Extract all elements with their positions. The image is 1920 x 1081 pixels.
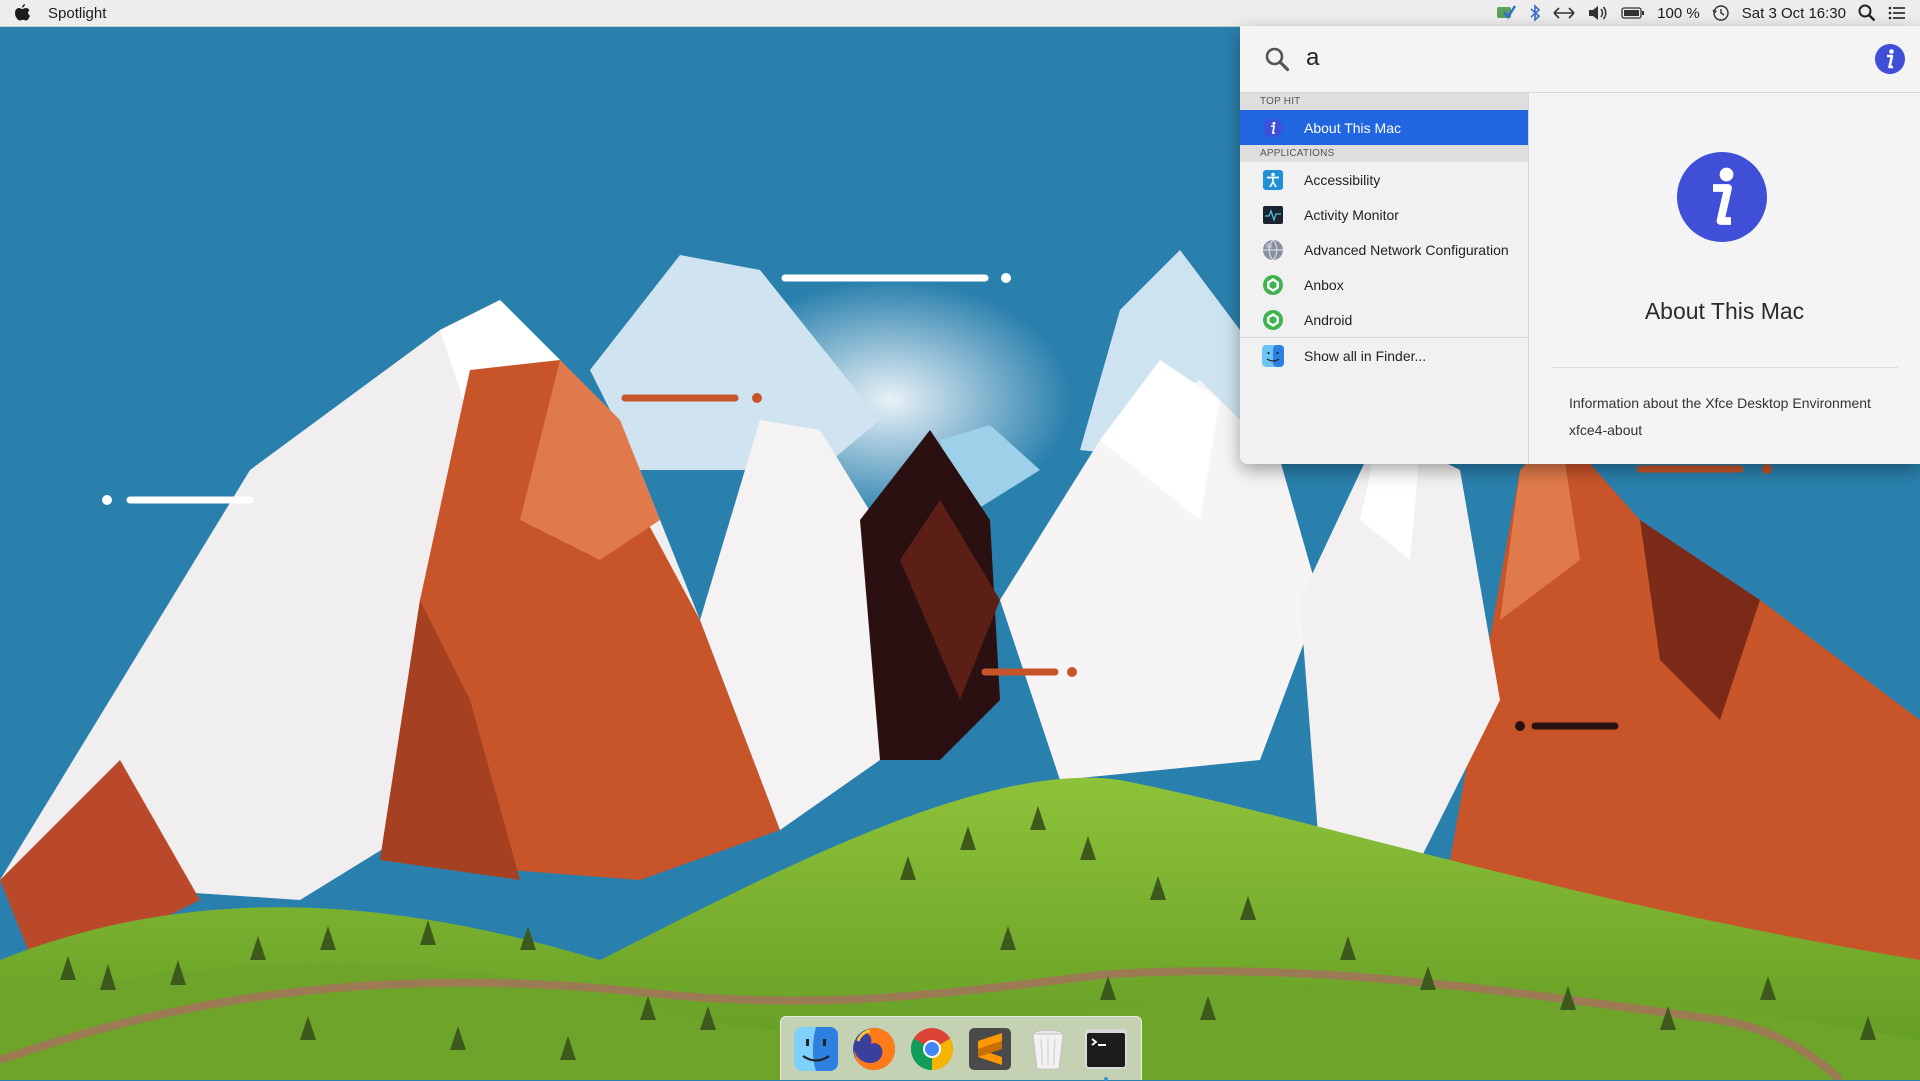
spotlight-results-list: TOP HIT About This Mac APPLICATIONS Acce… [1240,93,1529,464]
spotlight-search-bar: a [1240,26,1920,93]
result-label: Anbox [1304,276,1344,293]
terminal-icon [1085,1028,1127,1069]
network-manager-icon[interactable] [1495,0,1517,26]
dock-terminal[interactable] [1080,1023,1132,1081]
result-activity-monitor[interactable]: Activity Monitor [1240,197,1528,232]
bluetooth-icon[interactable] [1529,0,1541,26]
result-label: Show all in Finder... [1304,347,1427,364]
volume-icon[interactable] [1587,0,1609,26]
result-label: About This Mac [1304,119,1402,136]
dock-sublime-text[interactable] [964,1023,1016,1075]
dock-chrome[interactable] [906,1023,958,1075]
network-globe-icon [1262,239,1284,261]
preview-divider [1551,367,1898,368]
preview-command: xfce4-about [1569,422,1643,438]
dock [780,1016,1142,1081]
info-icon [1262,117,1284,139]
result-label: Accessibility [1304,171,1381,188]
activity-monitor-icon [1262,204,1284,226]
show-all-in-finder[interactable]: Show all in Finder... [1240,337,1528,373]
network-arrows-icon[interactable] [1553,0,1575,26]
accessibility-icon [1262,169,1284,191]
dock-finder[interactable] [790,1023,842,1075]
preview-description: Information about the Xfce Desktop Envir… [1569,395,1871,411]
anbox-icon [1262,274,1284,296]
battery-icon[interactable] [1621,0,1645,26]
result-advanced-network-configuration[interactable]: Advanced Network Configuration [1240,232,1528,267]
preview-title: About This Mac [1644,298,1805,324]
firefox-icon [853,1027,895,1070]
spotlight-preview-pane: About This Mac Information about the Xfc… [1529,93,1920,464]
info-icon [1674,149,1770,250]
android-icon [1262,309,1284,331]
menu-bar: Spotlight 100 % Sat 3 Oct 16:30 [0,0,1920,27]
result-label: Activity Monitor [1304,206,1399,223]
dock-trash[interactable] [1022,1023,1074,1075]
section-header-top-hit: TOP HIT [1240,93,1528,110]
magnifier-icon [1264,46,1290,77]
chrome-icon [910,1027,954,1070]
sublime-text-icon [969,1027,1011,1070]
trash-icon [1032,1029,1064,1069]
spotlight-window: a TOP HIT About This Mac APPLICATIONS Ac… [1240,26,1920,464]
apple-icon[interactable] [14,0,30,26]
section-header-applications: APPLICATIONS [1240,145,1528,162]
result-label: Android [1304,311,1353,328]
result-accessibility[interactable]: Accessibility [1240,162,1528,197]
finder-icon [794,1026,838,1071]
battery-percentage[interactable]: 100 % [1657,5,1700,22]
spotlight-search-icon[interactable] [1858,0,1876,26]
result-anbox[interactable]: Anbox [1240,267,1528,302]
finder-icon [1262,344,1284,367]
time-machine-icon[interactable] [1712,0,1730,26]
dock-firefox[interactable] [848,1023,900,1075]
spotlight-search-input[interactable]: a [1306,44,1319,72]
info-icon[interactable] [1874,43,1906,80]
clock[interactable]: Sat 3 Oct 16:30 [1742,5,1846,22]
result-label: Advanced Network Configuration [1304,241,1509,258]
result-android[interactable]: Android [1240,302,1528,337]
active-app-name[interactable]: Spotlight [48,5,106,22]
result-about-this-mac[interactable]: About This Mac [1240,110,1528,145]
menu-list-icon[interactable] [1888,0,1906,26]
